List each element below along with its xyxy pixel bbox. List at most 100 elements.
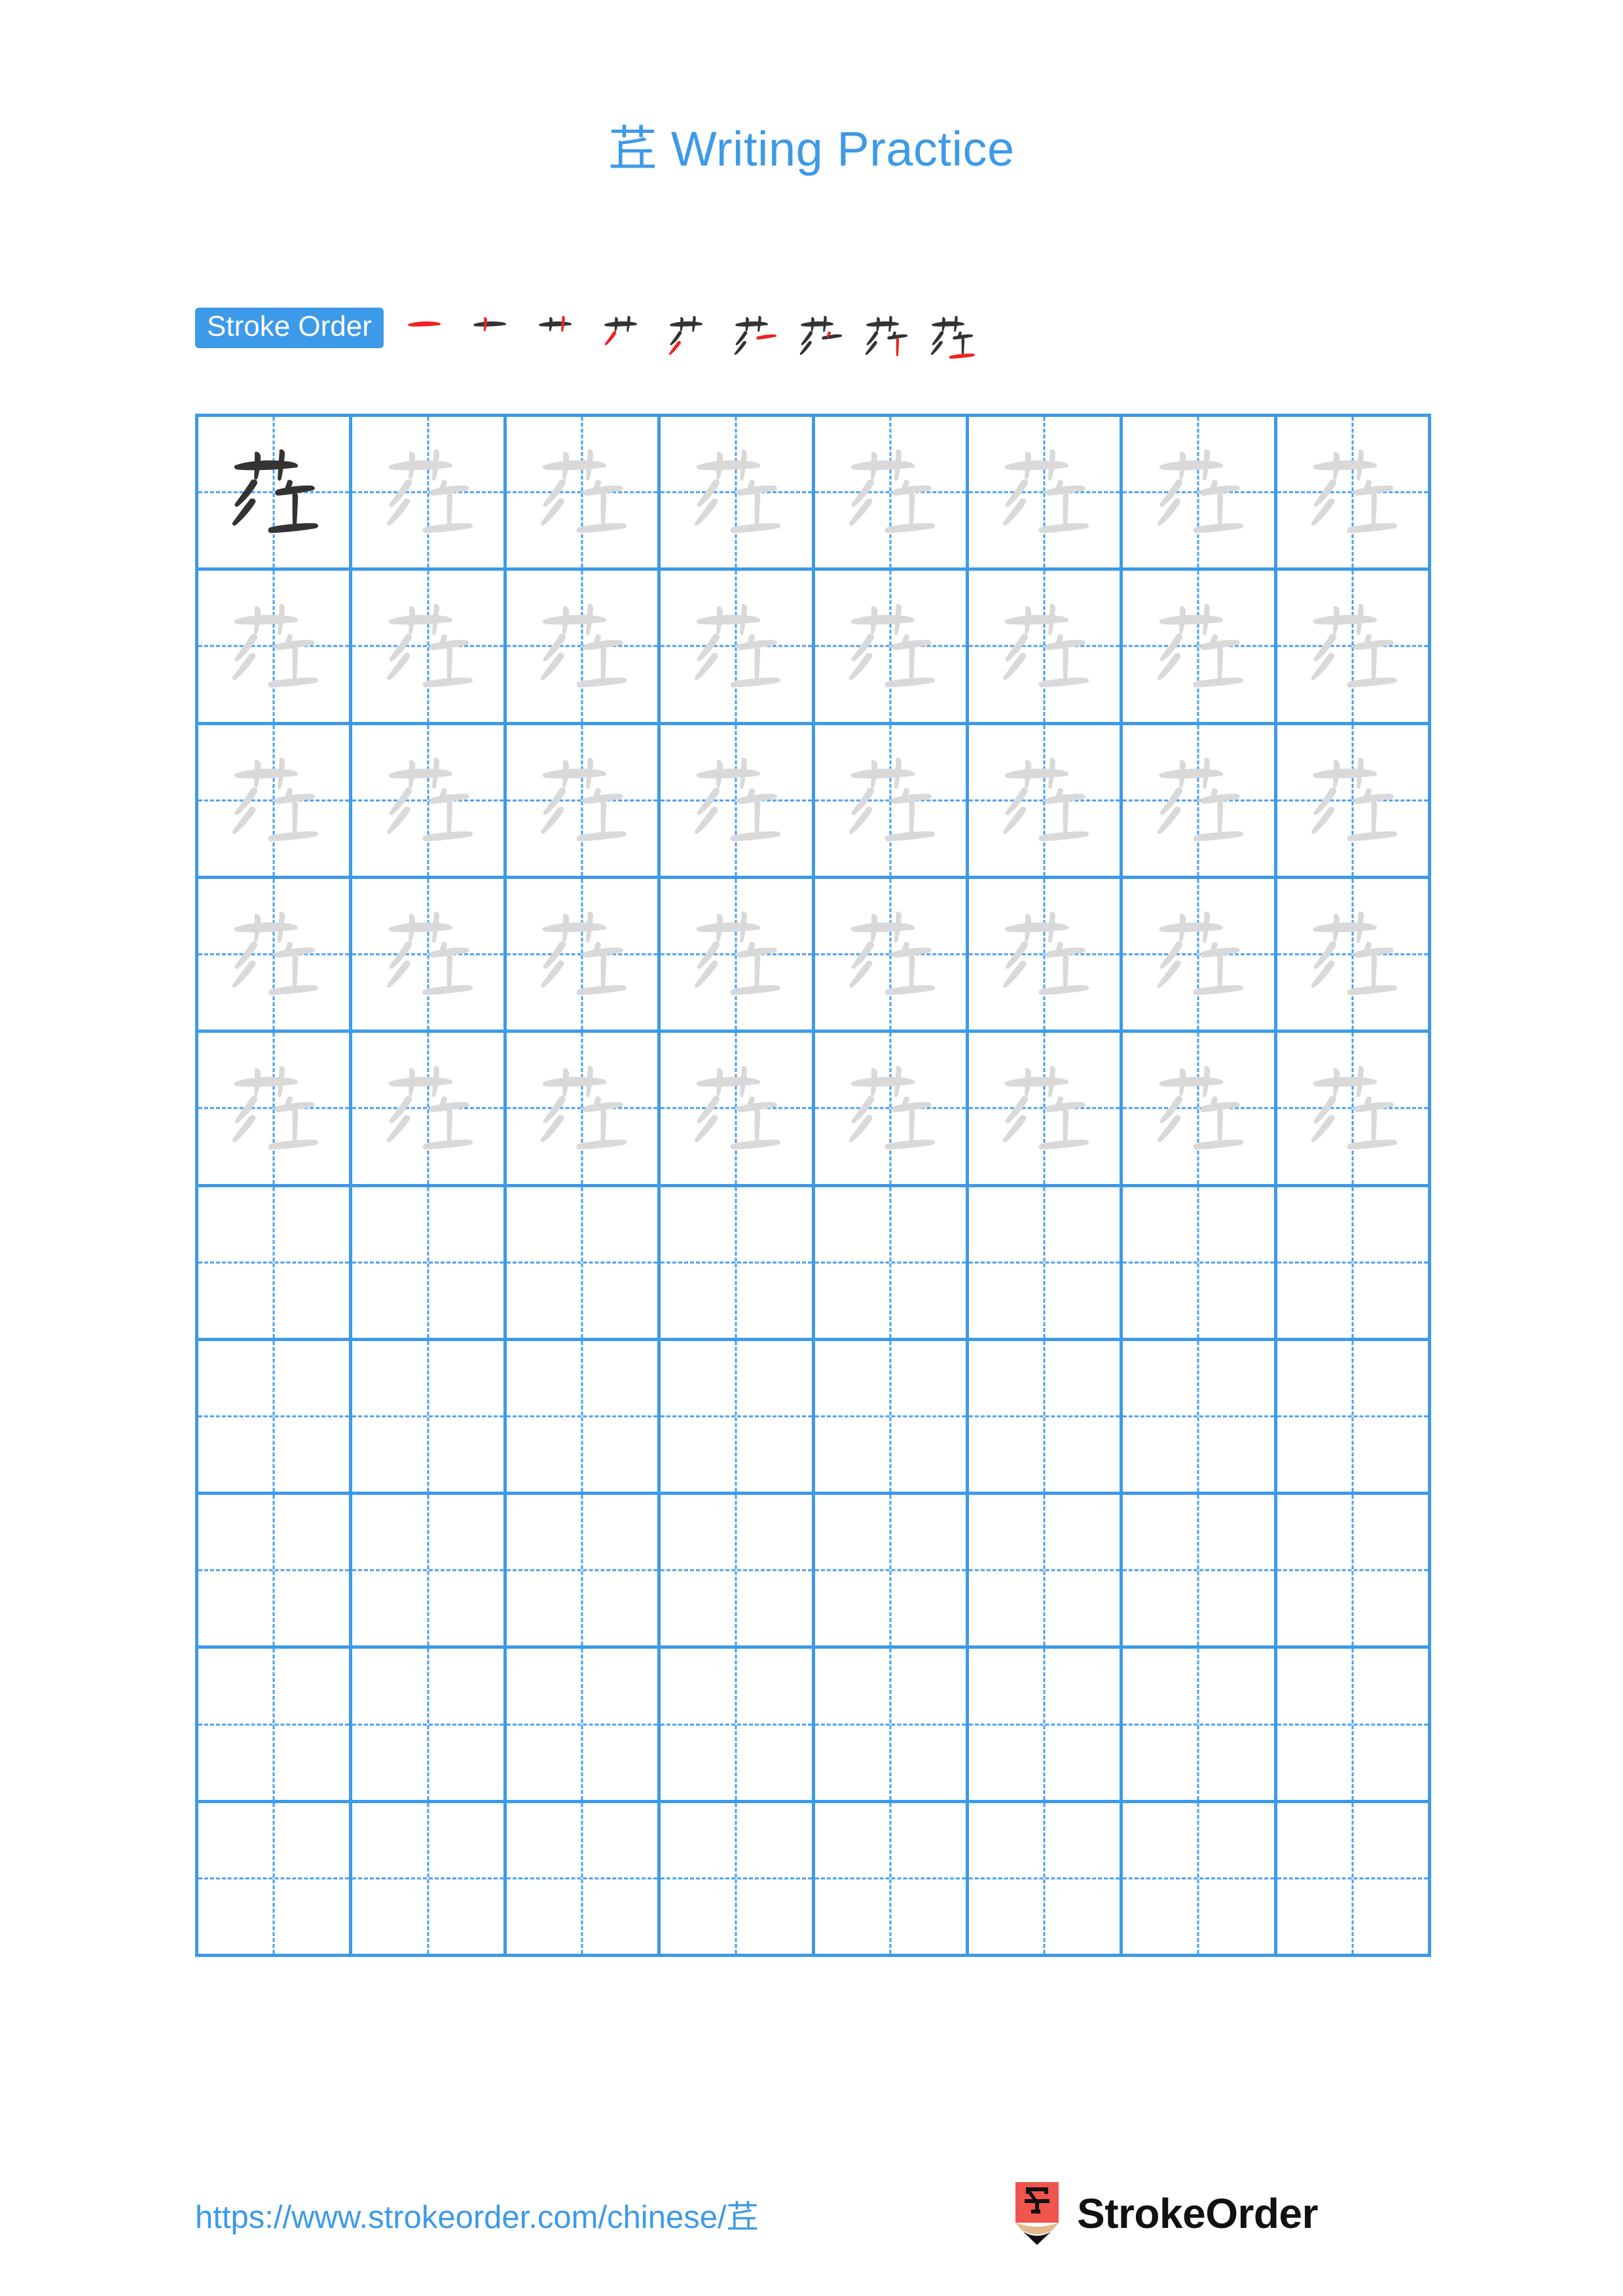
- practice-cell[interactable]: [1123, 1033, 1277, 1187]
- guide-horizontal: [1277, 1261, 1428, 1264]
- character-glyph: [541, 911, 627, 996]
- practice-cell[interactable]: [506, 1340, 661, 1496]
- practice-cell[interactable]: [352, 1803, 507, 1957]
- practice-cell[interactable]: [1123, 725, 1277, 879]
- practice-cell[interactable]: [814, 1033, 969, 1187]
- practice-cell[interactable]: [1277, 417, 1431, 571]
- practice-cell[interactable]: [506, 1187, 661, 1341]
- practice-cell[interactable]: [968, 571, 1123, 725]
- practice-cell[interactable]: [1123, 417, 1277, 571]
- guide-vertical: [1351, 1495, 1354, 1646]
- guide-horizontal: [661, 1723, 812, 1726]
- practice-cell[interactable]: [1277, 878, 1431, 1033]
- practice-cell[interactable]: [506, 725, 661, 879]
- guide-vertical: [1043, 1495, 1046, 1646]
- practice-cell[interactable]: [661, 417, 815, 571]
- character-glyph: [695, 757, 781, 842]
- practice-cell[interactable]: [661, 725, 815, 879]
- practice-cell[interactable]: [968, 1187, 1123, 1341]
- practice-cell[interactable]: [1277, 1187, 1431, 1341]
- guide-horizontal: [968, 1415, 1120, 1418]
- guide-vertical: [427, 1649, 429, 1800]
- practice-cell[interactable]: [1123, 878, 1277, 1033]
- practice-cell[interactable]: [661, 1649, 815, 1803]
- practice-cell[interactable]: [968, 1495, 1123, 1649]
- practice-cell[interactable]: [1277, 725, 1431, 879]
- practice-cell[interactable]: [814, 1187, 969, 1341]
- stroke-step-glyph-7: [799, 315, 843, 355]
- practice-cell[interactable]: [198, 1649, 353, 1803]
- guide-vertical: [889, 1649, 892, 1800]
- trace-character: [1123, 417, 1273, 567]
- practice-cell[interactable]: [198, 571, 353, 725]
- practice-cell[interactable]: [1123, 1340, 1277, 1496]
- practice-cell[interactable]: [198, 1803, 353, 1957]
- practice-cell[interactable]: [506, 1033, 661, 1187]
- practice-cell[interactable]: [198, 1187, 353, 1341]
- practice-cell[interactable]: [198, 417, 353, 571]
- practice-cell[interactable]: [506, 571, 661, 725]
- guide-vertical: [735, 1187, 737, 1338]
- practice-cell[interactable]: [814, 1495, 969, 1649]
- practice-cell[interactable]: [968, 417, 1123, 571]
- practice-cell[interactable]: [661, 1033, 815, 1187]
- practice-cell[interactable]: [814, 571, 969, 725]
- practice-cell[interactable]: [1277, 571, 1431, 725]
- practice-cell[interactable]: [968, 1803, 1123, 1957]
- practice-cell[interactable]: [506, 417, 661, 571]
- practice-cell[interactable]: [661, 878, 815, 1033]
- practice-cell[interactable]: [1277, 1803, 1431, 1957]
- practice-cell[interactable]: [661, 1495, 815, 1649]
- practice-cell[interactable]: [814, 1340, 969, 1496]
- practice-cell[interactable]: [814, 725, 969, 879]
- practice-cell[interactable]: [352, 1649, 507, 1803]
- trace-character: [661, 879, 811, 1030]
- practice-cell[interactable]: [814, 878, 969, 1033]
- practice-cell[interactable]: [352, 417, 507, 571]
- practice-cell[interactable]: [1123, 1187, 1277, 1341]
- practice-cell[interactable]: [352, 1033, 507, 1187]
- practice-cell[interactable]: [814, 1649, 969, 1803]
- practice-cell[interactable]: [1277, 1340, 1431, 1496]
- practice-cell[interactable]: [198, 878, 353, 1033]
- practice-cell[interactable]: [506, 1803, 661, 1957]
- character-glyph: [848, 1066, 935, 1149]
- practice-cell[interactable]: [198, 1033, 353, 1187]
- practice-cell[interactable]: [352, 1495, 507, 1649]
- practice-cell[interactable]: [968, 725, 1123, 879]
- practice-cell[interactable]: [198, 725, 353, 879]
- practice-cell[interactable]: [1277, 1033, 1431, 1187]
- practice-cell[interactable]: [968, 1649, 1123, 1803]
- character-glyph: [848, 757, 935, 842]
- practice-cell[interactable]: [352, 878, 507, 1033]
- practice-cell[interactable]: [352, 725, 507, 879]
- guide-horizontal: [352, 1261, 503, 1264]
- practice-cell[interactable]: [352, 1187, 507, 1341]
- practice-cell[interactable]: [1123, 571, 1277, 725]
- practice-cell[interactable]: [1277, 1495, 1431, 1649]
- practice-cell[interactable]: [661, 571, 815, 725]
- practice-cell[interactable]: [506, 878, 661, 1033]
- practice-cell[interactable]: [352, 1340, 507, 1496]
- practice-cell[interactable]: [198, 1495, 353, 1649]
- source-url[interactable]: https://www.strokeorder.com/chinese/茊: [195, 2191, 759, 2238]
- practice-cell[interactable]: [968, 1033, 1123, 1187]
- practice-cell[interactable]: [814, 1803, 969, 1957]
- practice-cell[interactable]: [352, 571, 507, 725]
- practice-cell[interactable]: [814, 417, 969, 571]
- character-glyph: [1311, 603, 1398, 687]
- practice-cell[interactable]: [661, 1803, 815, 1957]
- practice-cell[interactable]: [1277, 1649, 1431, 1803]
- practice-cell[interactable]: [1123, 1649, 1277, 1803]
- practice-cell[interactable]: [968, 1340, 1123, 1496]
- guide-horizontal: [352, 1723, 503, 1726]
- practice-cell[interactable]: [506, 1649, 661, 1803]
- practice-cell[interactable]: [661, 1340, 815, 1496]
- practice-cell[interactable]: [1123, 1803, 1277, 1957]
- practice-cell[interactable]: [661, 1187, 815, 1341]
- practice-cell[interactable]: [198, 1340, 353, 1496]
- practice-cell[interactable]: [1123, 1495, 1277, 1649]
- practice-cell[interactable]: [506, 1495, 661, 1649]
- guide-vertical: [581, 1649, 583, 1800]
- practice-cell[interactable]: [968, 878, 1123, 1033]
